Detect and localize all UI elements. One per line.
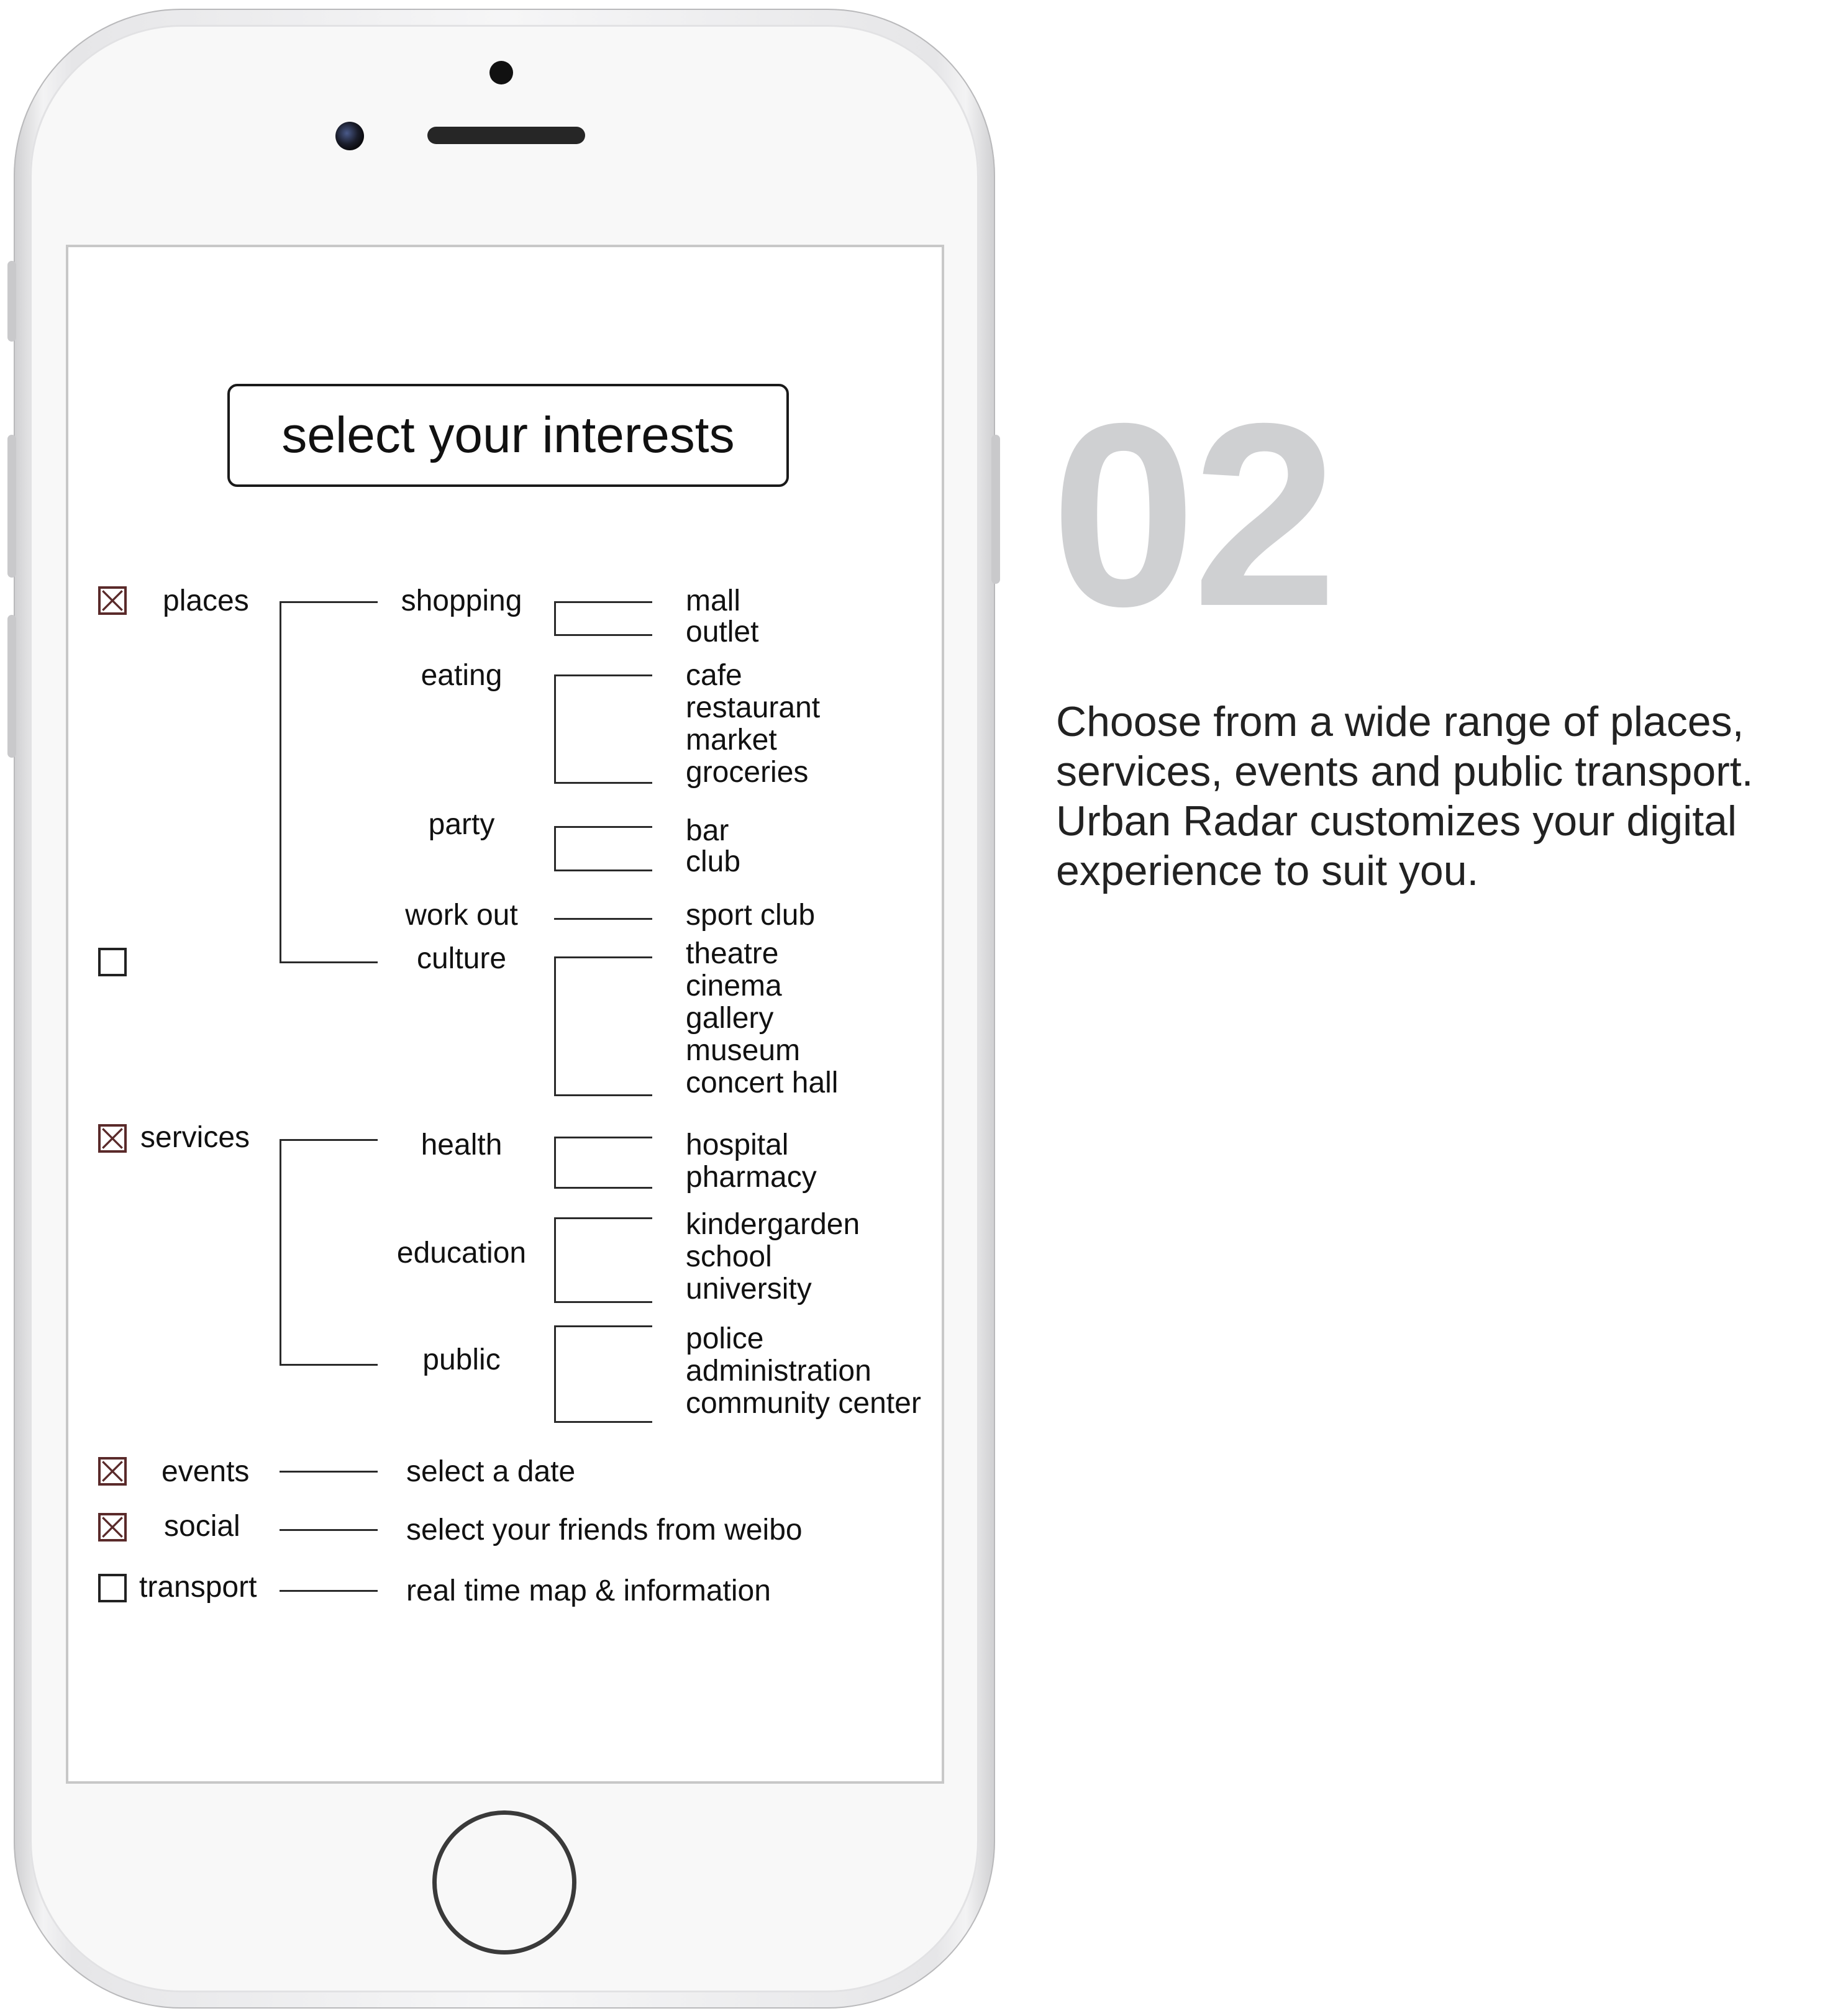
bracket-line [554, 674, 556, 784]
subcategory-work-out[interactable]: work out [405, 899, 517, 932]
bracket-line [554, 826, 652, 828]
connector-line [554, 918, 652, 920]
step-number: 02 [1051, 370, 1337, 661]
bracket-line [554, 956, 556, 1096]
bracket-line [280, 601, 378, 603]
bracket-line [554, 1325, 556, 1423]
item-market[interactable]: market [686, 724, 777, 756]
item-school[interactable]: school [686, 1241, 772, 1273]
checkbox-services[interactable] [98, 1124, 127, 1153]
checkbox-social[interactable] [98, 1513, 127, 1542]
bracket-line [554, 1187, 652, 1189]
item-outlet[interactable]: outlet [686, 616, 758, 648]
bracket-line [554, 1217, 556, 1303]
category-label-services: services [140, 1121, 250, 1154]
bracket-line [280, 601, 281, 963]
bracket-line [554, 1137, 556, 1189]
item-police[interactable]: police [686, 1323, 763, 1355]
item-club[interactable]: club [686, 846, 740, 878]
item-community-center[interactable]: community center [686, 1387, 921, 1420]
bracket-line [280, 1139, 281, 1366]
connector-line [280, 1529, 378, 1531]
transport-detail[interactable]: real time map & information [406, 1575, 771, 1607]
volume-down-button [7, 615, 16, 758]
page-title-box: select your interests [227, 384, 789, 487]
category-label-events: events [162, 1455, 250, 1488]
checkbox-places[interactable] [98, 586, 127, 615]
bracket-line [554, 1421, 652, 1423]
page-title: select your interests [281, 407, 735, 463]
bracket-line [554, 634, 652, 636]
item-sport-club[interactable]: sport club [686, 899, 815, 932]
social-detail[interactable]: select your friends from weibo [406, 1514, 803, 1546]
item-hospital[interactable]: hospital [686, 1129, 788, 1161]
bracket-line [280, 961, 378, 963]
checkbox-unlabeled[interactable] [98, 948, 127, 976]
home-button[interactable] [432, 1810, 576, 1955]
subcategory-education[interactable]: education [397, 1237, 526, 1269]
item-mall[interactable]: mall [686, 585, 740, 617]
item-kindergarden[interactable]: kindergarden [686, 1209, 860, 1241]
bracket-line [280, 1139, 378, 1141]
bracket-line [554, 674, 652, 676]
subcategory-health[interactable]: health [421, 1129, 503, 1161]
check-x-icon [102, 1128, 123, 1149]
item-bar[interactable]: bar [686, 815, 729, 847]
bracket-line [280, 1364, 378, 1366]
check-x-icon [102, 1517, 123, 1538]
bracket-line [554, 1137, 652, 1138]
category-label-social: social [164, 1510, 240, 1543]
bracket-line [554, 1217, 652, 1219]
subcategory-public[interactable]: public [422, 1344, 500, 1376]
item-theatre[interactable]: theatre [686, 938, 778, 970]
subcategory-culture[interactable]: culture [417, 943, 506, 975]
front-camera-icon [335, 122, 364, 150]
bracket-line [554, 1325, 652, 1327]
item-cinema[interactable]: cinema [686, 970, 782, 1002]
power-button [991, 435, 1000, 584]
item-museum[interactable]: museum [686, 1035, 800, 1067]
bracket-line [554, 870, 652, 871]
step-description: Choose from a wide range of places, serv… [1056, 698, 1754, 894]
category-label-transport: transport [139, 1571, 257, 1604]
bracket-line [554, 601, 652, 603]
earpiece-speaker [427, 127, 585, 144]
check-x-icon [102, 1461, 123, 1482]
mute-switch [7, 261, 16, 342]
bracket-line [554, 1301, 652, 1303]
item-cafe[interactable]: cafe [686, 660, 742, 692]
item-concert-hall[interactable]: concert hall [686, 1067, 838, 1099]
category-label-places: places [163, 584, 249, 617]
checkbox-transport[interactable] [98, 1574, 127, 1602]
item-pharmacy[interactable]: pharmacy [686, 1161, 817, 1194]
bracket-line [554, 826, 556, 871]
item-restaurant[interactable]: restaurant [686, 692, 820, 724]
checkbox-events[interactable] [98, 1457, 127, 1486]
bracket-line [554, 601, 556, 636]
bracket-line [554, 782, 652, 784]
item-gallery[interactable]: gallery [686, 1002, 773, 1035]
connector-line [280, 1590, 378, 1592]
check-x-icon [102, 590, 123, 611]
subcategory-party[interactable]: party [429, 809, 495, 841]
bracket-line [554, 956, 652, 958]
item-administration[interactable]: administration [686, 1355, 871, 1387]
item-groceries[interactable]: groceries [686, 756, 808, 789]
app-screen: select your interests places shopping ma… [66, 245, 944, 1784]
volume-up-button [7, 435, 16, 578]
proximity-sensor [489, 61, 513, 84]
subcategory-eating[interactable]: eating [421, 660, 503, 692]
bracket-line [554, 1094, 652, 1096]
subcategory-shopping[interactable]: shopping [401, 585, 522, 617]
events-detail[interactable]: select a date [406, 1456, 575, 1488]
connector-line [280, 1471, 378, 1473]
item-university[interactable]: university [686, 1273, 812, 1305]
